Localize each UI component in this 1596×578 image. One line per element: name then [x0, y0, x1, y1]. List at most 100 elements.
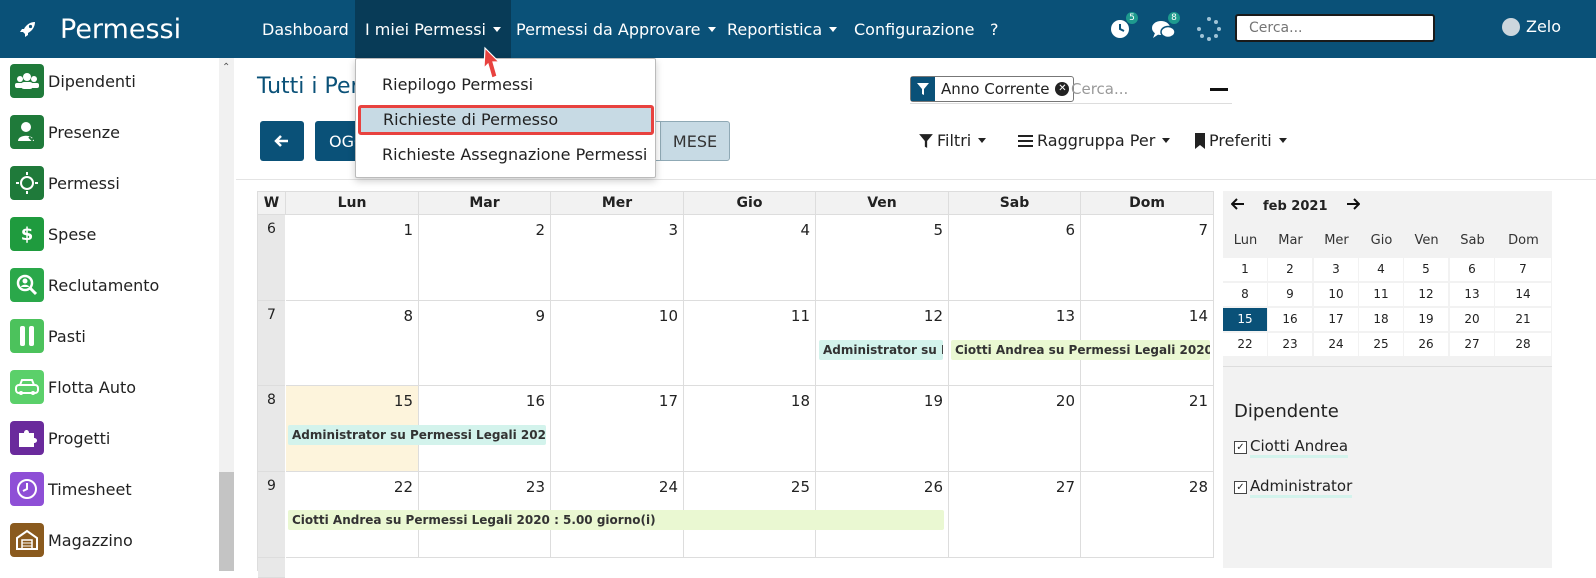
side-panel: feb 2021 Lun Mar Mer Gio Ven Sab Dom 1 2…: [1223, 191, 1552, 568]
rocket-icon[interactable]: [16, 17, 40, 41]
arrow-left-icon[interactable]: [1230, 197, 1245, 215]
mini-day[interactable]: 21: [1495, 308, 1551, 331]
group-by-button[interactable]: Raggruppa Per: [1018, 131, 1171, 150]
calendar-day[interactable]: 17: [551, 386, 684, 472]
app-brand[interactable]: Permessi: [0, 0, 181, 58]
close-icon[interactable]: ✕: [1055, 82, 1070, 96]
month-view-button[interactable]: MESE: [660, 121, 730, 161]
filter-icon: [911, 77, 935, 101]
sidebar-scrollbar[interactable]: ⌃: [219, 58, 234, 571]
calendar-day[interactable]: 18: [684, 386, 816, 472]
calendar-day[interactable]: 21: [1081, 386, 1214, 472]
calendar-event[interactable]: Ciotti Andrea su Permessi Legali 2020 : …: [288, 510, 944, 530]
nav-help[interactable]: ?: [980, 0, 1009, 58]
calendar-day[interactable]: 9: [419, 301, 551, 386]
global-search-input[interactable]: [1235, 14, 1435, 42]
mini-day[interactable]: 3: [1314, 258, 1358, 281]
calendar-day[interactable]: 1: [286, 215, 419, 301]
sidebar-item-reclutamento[interactable]: Reclutamento: [10, 268, 159, 302]
mini-day[interactable]: 27: [1450, 333, 1494, 356]
mini-day[interactable]: 20: [1450, 308, 1494, 331]
sidebar-item-dipendenti[interactable]: Dipendenti: [10, 64, 136, 98]
arrow-right-icon[interactable]: [1346, 197, 1360, 215]
sidebar-item-permessi[interactable]: Permessi: [10, 166, 120, 200]
filters-button[interactable]: Filtri: [918, 131, 987, 150]
employee-filter-item[interactable]: ✓ Ciotti Andrea: [1234, 437, 1349, 458]
user-menu[interactable]: Zelo: [1502, 17, 1561, 36]
mini-day[interactable]: 14: [1495, 283, 1551, 306]
mini-day[interactable]: 17: [1314, 308, 1358, 331]
scrollbar-thumb[interactable]: [219, 472, 234, 571]
sidebar-item-presenze[interactable]: Presenze: [10, 115, 120, 149]
mini-day[interactable]: 26: [1404, 333, 1448, 356]
menu-item-riepilogo[interactable]: Riepilogo Permessi: [356, 70, 656, 100]
employee-filter-item[interactable]: ✓ Administrator: [1234, 477, 1353, 498]
mini-day[interactable]: 16: [1268, 308, 1312, 331]
mini-day[interactable]: 25: [1359, 333, 1403, 356]
calendar-day[interactable]: 5: [816, 215, 949, 301]
minus-icon[interactable]: [1210, 88, 1228, 91]
calendar-event[interactable]: Administrator su Permessi Legali 2020 : …: [288, 425, 546, 445]
day-header: Mar: [419, 191, 551, 215]
menu-item-richieste-permesso[interactable]: Richieste di Permesso: [358, 105, 654, 135]
chevron-up-icon[interactable]: ⌃: [222, 62, 230, 73]
calendar-day[interactable]: 2: [419, 215, 551, 301]
calendar-day[interactable]: 4: [684, 215, 816, 301]
calendar-day[interactable]: 8: [286, 301, 419, 386]
mini-day[interactable]: 5: [1404, 258, 1448, 281]
calendar-day[interactable]: 6: [949, 215, 1081, 301]
mini-day[interactable]: 28: [1495, 333, 1551, 356]
calendar-day[interactable]: 7: [1081, 215, 1214, 301]
mini-day[interactable]: 8: [1223, 283, 1267, 306]
checkbox-checked-icon[interactable]: ✓: [1234, 441, 1247, 454]
calendar-event[interactable]: Ciotti Andrea su Permessi Legali 2020 : …: [951, 340, 1210, 360]
calendar-day[interactable]: 19: [816, 386, 949, 472]
mini-day-selected[interactable]: 15: [1223, 308, 1267, 331]
mini-day[interactable]: 10: [1314, 283, 1358, 306]
sidebar-item-spese[interactable]: $ Spese: [10, 217, 96, 251]
nav-label: I miei Permessi: [365, 19, 486, 39]
favorites-button[interactable]: Preferiti: [1194, 131, 1287, 150]
calendar-day[interactable]: 10: [551, 301, 684, 386]
mini-day[interactable]: 13: [1450, 283, 1494, 306]
nav-permissions-to-approve[interactable]: Permessi da Approvare: [506, 0, 726, 58]
sidebar-item-progetti[interactable]: Progetti: [10, 421, 110, 455]
mini-day[interactable]: 23: [1268, 333, 1312, 356]
nav-dashboard[interactable]: Dashboard: [252, 0, 359, 58]
nav-reporting[interactable]: Reportistica: [717, 0, 847, 58]
previous-button[interactable]: [260, 121, 304, 161]
calendar-day[interactable]: 20: [949, 386, 1081, 472]
sidebar-item-label: Progetti: [48, 428, 111, 448]
search-input[interactable]: Cerca...: [1071, 80, 1128, 98]
mini-day[interactable]: 6: [1450, 258, 1494, 281]
mini-day[interactable]: 24: [1314, 333, 1358, 356]
day-header: Lun: [286, 191, 419, 215]
activity-button[interactable]: 5: [1108, 12, 1138, 44]
messages-button[interactable]: 8: [1150, 12, 1180, 44]
mini-day[interactable]: 7: [1495, 258, 1551, 281]
search-facet[interactable]: Anno Corrente ✕: [910, 76, 1075, 102]
mini-day[interactable]: 19: [1404, 308, 1448, 331]
mini-day[interactable]: 11: [1359, 283, 1403, 306]
sidebar-item-pasti[interactable]: Pasti: [10, 319, 86, 353]
calendar-day[interactable]: 3: [551, 215, 684, 301]
sidebar-item-magazzino[interactable]: Magazzino: [10, 523, 133, 557]
menu-item-richieste-assegnazione[interactable]: Richieste Assegnazione Permessi: [356, 140, 656, 170]
mini-day[interactable]: 12: [1404, 283, 1448, 306]
mini-day[interactable]: 18: [1359, 308, 1403, 331]
mini-day[interactable]: 22: [1223, 333, 1267, 356]
calendar-event[interactable]: Administrator su Permessi Legali 2020 : …: [819, 340, 943, 360]
checkbox-checked-icon[interactable]: ✓: [1234, 481, 1247, 494]
calendar-day[interactable]: 11: [684, 301, 816, 386]
sidebar-item-flotta-auto[interactable]: Flotta Auto: [10, 370, 136, 404]
calendar-day[interactable]: 27: [949, 472, 1081, 558]
sidebar-item-label: Magazzino: [48, 530, 133, 550]
mini-day[interactable]: 2: [1268, 258, 1312, 281]
mini-day[interactable]: 1: [1223, 258, 1267, 281]
nav-label: Reportistica: [727, 19, 823, 39]
calendar-day[interactable]: 28: [1081, 472, 1214, 558]
mini-day[interactable]: 9: [1268, 283, 1312, 306]
sidebar-item-timesheet[interactable]: Timesheet: [10, 472, 132, 506]
nav-configuration[interactable]: Configurazione: [844, 0, 984, 58]
mini-day[interactable]: 4: [1359, 258, 1403, 281]
